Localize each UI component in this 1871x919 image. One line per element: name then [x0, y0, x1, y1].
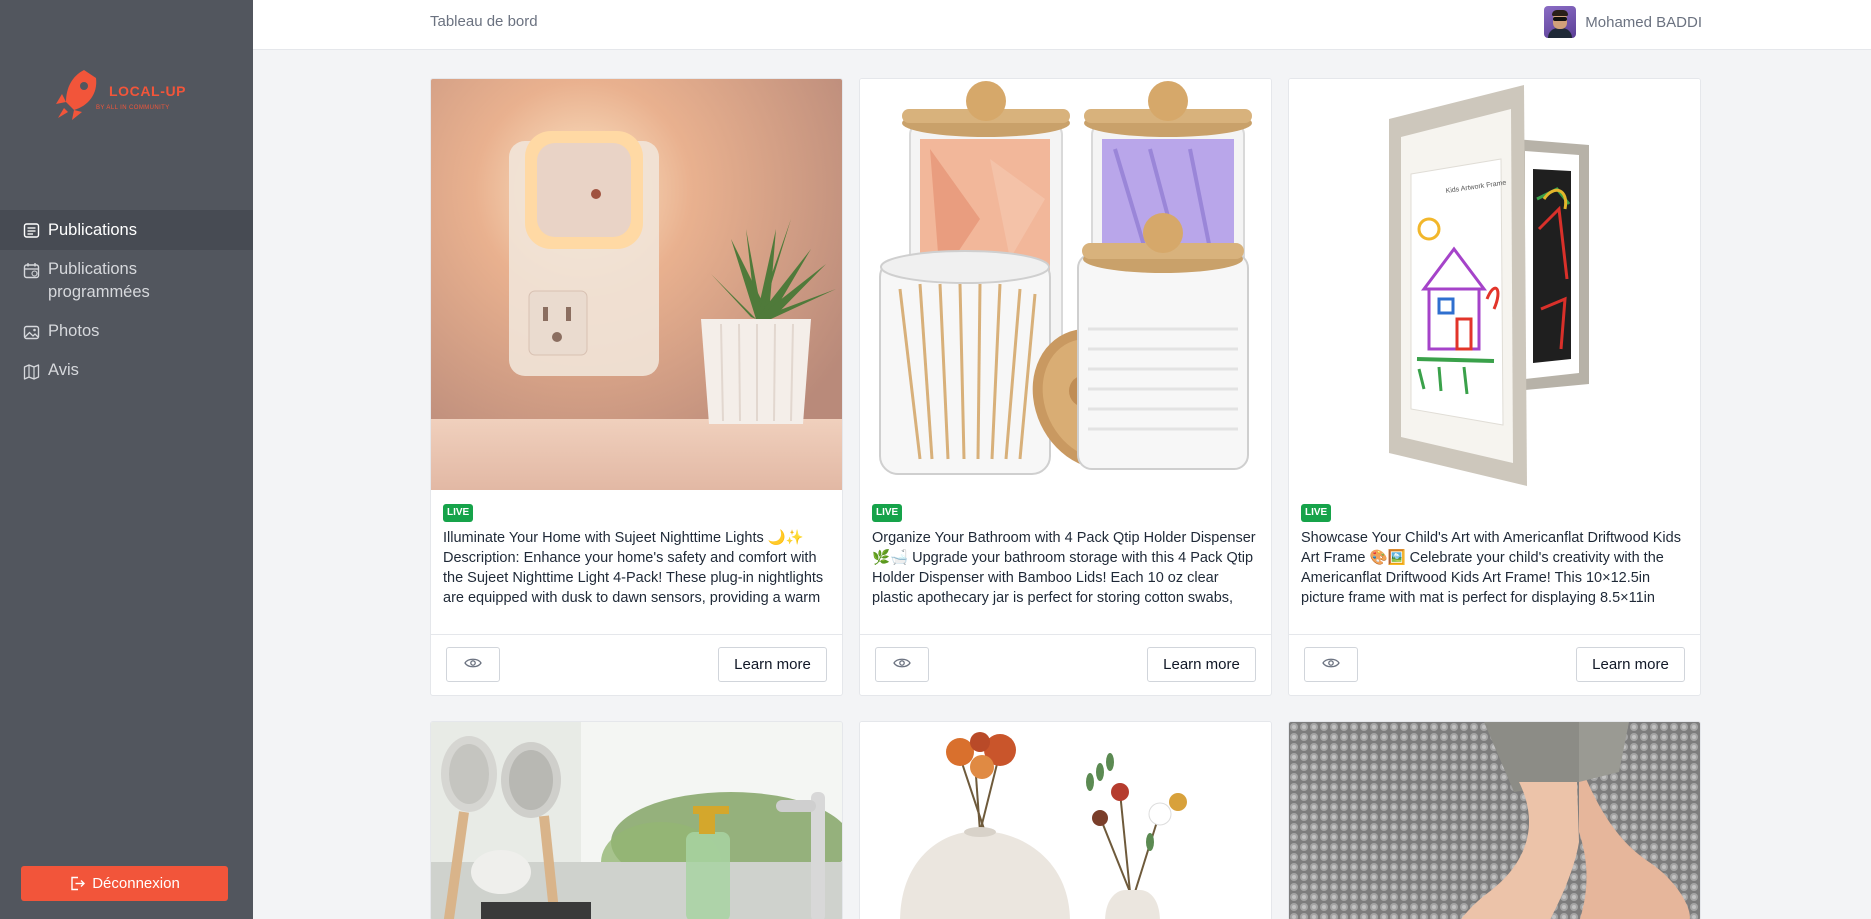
card-footer: Learn more [860, 635, 1271, 695]
publication-card [859, 721, 1272, 919]
live-badge: LIVE [443, 504, 474, 522]
live-badge: LIVE [872, 504, 903, 522]
sidebar-item-label: Publications [48, 220, 137, 239]
art-frame-photo: Kids Artwork Frame [1289, 79, 1700, 490]
publication-card [1288, 721, 1701, 919]
dried-flowers-vase-photo [860, 722, 1271, 919]
publication-card: Kids Artwork Frame LIVE Showcase Your Ch… [1288, 78, 1701, 696]
user-name: Mohamed BADDI [1585, 13, 1702, 31]
card-footer: Learn more [431, 635, 842, 695]
eye-icon [893, 656, 911, 674]
user-menu[interactable]: Mohamed BADDI [1544, 6, 1702, 38]
publication-card: LIVE Organize Your Bathroom with 4 Pack … [859, 78, 1272, 696]
eye-icon [464, 656, 482, 674]
brand-logo[interactable]: LOCAL-UP BY ALL IN COMMUNITY [52, 66, 202, 128]
logout-icon [69, 875, 86, 892]
card-body: LIVE Organize Your Bathroom with 4 Pack … [860, 490, 1271, 635]
sidebar-item-label: Avis [48, 361, 79, 379]
card-body: LIVE Illuminate Your Home with Sujeet Ni… [431, 490, 842, 635]
qtip-jars-photo [860, 79, 1271, 490]
logout-label: Déconnexion [92, 875, 180, 892]
card-description: Showcase Your Child's Art with Americanf… [1301, 530, 1681, 606]
dish-brush-photo [431, 722, 842, 919]
publication-card: LIVE Illuminate Your Home with Sujeet Ni… [430, 78, 843, 696]
photos-icon [22, 323, 40, 341]
bath-mat-feet-photo [1289, 722, 1700, 919]
sidebar-item-label: Photos [48, 322, 100, 340]
logout-button[interactable]: Déconnexion [21, 866, 228, 901]
document-icon [22, 221, 40, 239]
calendar-icon [22, 261, 40, 279]
learn-more-button[interactable]: Learn more [1576, 647, 1685, 682]
sidebar-item-reviews[interactable]: Avis [0, 351, 253, 390]
night-light-photo [431, 79, 842, 490]
avatar [1544, 6, 1577, 38]
learn-more-button[interactable]: Learn more [718, 647, 827, 682]
card-description: Organize Your Bathroom with 4 Pack Qtip … [872, 530, 1256, 606]
card-body: LIVE Showcase Your Child's Art with Amer… [1289, 490, 1700, 635]
preview-button[interactable] [1304, 647, 1358, 682]
preview-button[interactable] [446, 647, 500, 682]
card-footer: Learn more [1289, 635, 1700, 695]
eye-icon [1322, 656, 1340, 674]
breadcrumb[interactable]: Tableau de bord [430, 13, 538, 30]
brand-tagline: BY ALL IN COMMUNITY [96, 105, 170, 111]
sidebar-item-label: Publications programmées [48, 260, 150, 301]
map-icon [22, 362, 40, 380]
sidebar-item-publications[interactable]: Publications [0, 210, 253, 250]
card-description: Illuminate Your Home with Sujeet Nightti… [443, 530, 824, 606]
live-badge: LIVE [1301, 504, 1332, 522]
sidebar-nav: Publications Publications programmées Ph… [0, 210, 253, 390]
publication-card [430, 721, 843, 919]
sidebar: LOCAL-UP BY ALL IN COMMUNITY Publication… [0, 0, 253, 919]
sidebar-item-photos[interactable]: Photos [0, 312, 253, 351]
rocket-icon [56, 70, 97, 120]
top-header: Tableau de bord Mohamed BADDI [253, 0, 1871, 50]
learn-more-button[interactable]: Learn more [1147, 647, 1256, 682]
preview-button[interactable] [875, 647, 929, 682]
sidebar-item-scheduled-publications[interactable]: Publications programmées [0, 250, 253, 312]
brand-name: LOCAL-UP [109, 83, 187, 99]
